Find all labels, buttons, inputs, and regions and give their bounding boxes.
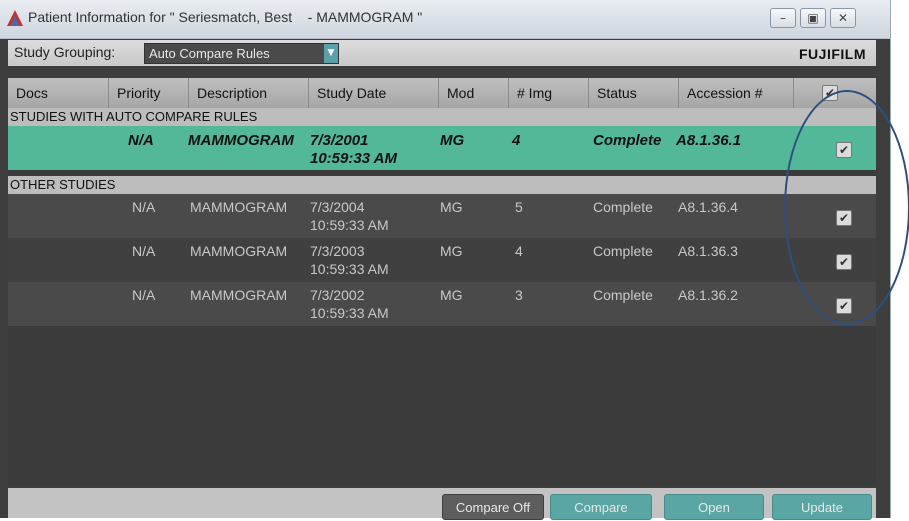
cell-time: 10:59:33 AM [310,261,389,277]
cell-priority: N/A [132,199,156,215]
cell-date: 7/3/2001 [310,132,369,149]
row-checkbox[interactable]: ✔ [836,210,852,226]
cell-mod: MG [440,243,463,259]
section-auto-compare: STUDIES WITH AUTO COMPARE RULES [8,108,876,126]
col-accession[interactable]: Accession # [678,78,793,108]
col-study-date[interactable]: Study Date [308,78,438,108]
open-button[interactable]: Open [664,494,764,520]
cell-time: 10:59:33 AM [310,305,389,321]
cell-img: 4 [512,132,521,149]
chevron-down-icon[interactable]: ▼ [324,44,338,63]
cell-date: 7/3/2002 [310,287,365,303]
cell-time: 10:59:33 AM [310,150,397,167]
col-description[interactable]: Description [188,78,308,108]
cell-img: 5 [515,199,523,215]
table-header: Docs Priority Description Study Date Mod… [8,78,876,108]
cell-mod: MG [440,199,463,215]
cell-accession: A8.1.36.4 [678,199,738,215]
cell-accession: A8.1.36.1 [676,132,742,149]
cell-status: Complete [593,132,662,149]
col-select: ✔ [793,78,876,108]
table-row[interactable]: N/A MAMMOGRAM 7/3/2001 10:59:33 AM MG 4 … [8,126,876,170]
minimize-button[interactable]: – [770,8,796,28]
study-grouping-value: Auto Compare Rules [149,46,270,61]
title-bar: Patient Information for " Seriesmatch, B… [0,0,890,39]
cell-time: 10:59:33 AM [310,217,389,233]
cell-date: 7/3/2003 [310,243,365,259]
row-checkbox[interactable]: ✔ [836,142,852,158]
table-row[interactable]: N/A MAMMOGRAM 7/3/2003 10:59:33 AM MG 4 … [8,238,876,282]
cell-date: 7/3/2004 [310,199,365,215]
cell-description: MAMMOGRAM [188,132,294,149]
window-title: Patient Information for " Seriesmatch, B… [28,9,423,25]
row-checkbox[interactable]: ✔ [836,298,852,314]
cell-status: Complete [593,287,653,303]
compare-off-button[interactable]: Compare Off [442,494,544,520]
app-logo-icon [7,10,23,26]
col-img-count[interactable]: # Img [508,78,588,108]
close-button[interactable]: ✕ [830,8,856,28]
study-grouping-bar: Study Grouping: Auto Compare Rules ▼ FUJ… [8,40,876,66]
cell-img: 3 [515,287,523,303]
cell-mod: MG [440,132,465,149]
section-other-studies: OTHER STUDIES [8,176,876,194]
cell-status: Complete [593,243,653,259]
select-all-checkbox[interactable]: ✔ [822,85,838,101]
table-row[interactable]: N/A MAMMOGRAM 7/3/2004 10:59:33 AM MG 5 … [8,194,876,238]
cell-accession: A8.1.36.2 [678,287,738,303]
update-button[interactable]: Update [772,494,872,520]
row-checkbox[interactable]: ✔ [836,254,852,270]
restore-button[interactable]: ▣ [800,8,826,28]
cell-priority: N/A [132,243,156,259]
studies-table: Docs Priority Description Study Date Mod… [8,78,876,486]
brand-logo: FUJIFILM [799,46,866,62]
cell-description: MAMMOGRAM [190,199,288,215]
compare-button[interactable]: Compare [550,494,652,520]
col-docs[interactable]: Docs [8,78,108,108]
patient-info-window: Patient Information for " Seriesmatch, B… [0,0,891,520]
study-grouping-select[interactable]: Auto Compare Rules ▼ [144,43,339,64]
footer-bar: Compare Off Compare Open Update [8,488,876,520]
cell-description: MAMMOGRAM [190,243,288,259]
cell-mod: MG [440,287,463,303]
cell-priority: N/A [132,287,156,303]
col-mod[interactable]: Mod [438,78,508,108]
cell-priority: N/A [128,132,154,149]
col-status[interactable]: Status [588,78,678,108]
study-grouping-label: Study Grouping: [14,44,116,60]
cell-img: 4 [515,243,523,259]
cell-accession: A8.1.36.3 [678,243,738,259]
cell-description: MAMMOGRAM [190,287,288,303]
col-priority[interactable]: Priority [108,78,188,108]
table-row[interactable]: N/A MAMMOGRAM 7/3/2002 10:59:33 AM MG 3 … [8,282,876,326]
cell-status: Complete [593,199,653,215]
